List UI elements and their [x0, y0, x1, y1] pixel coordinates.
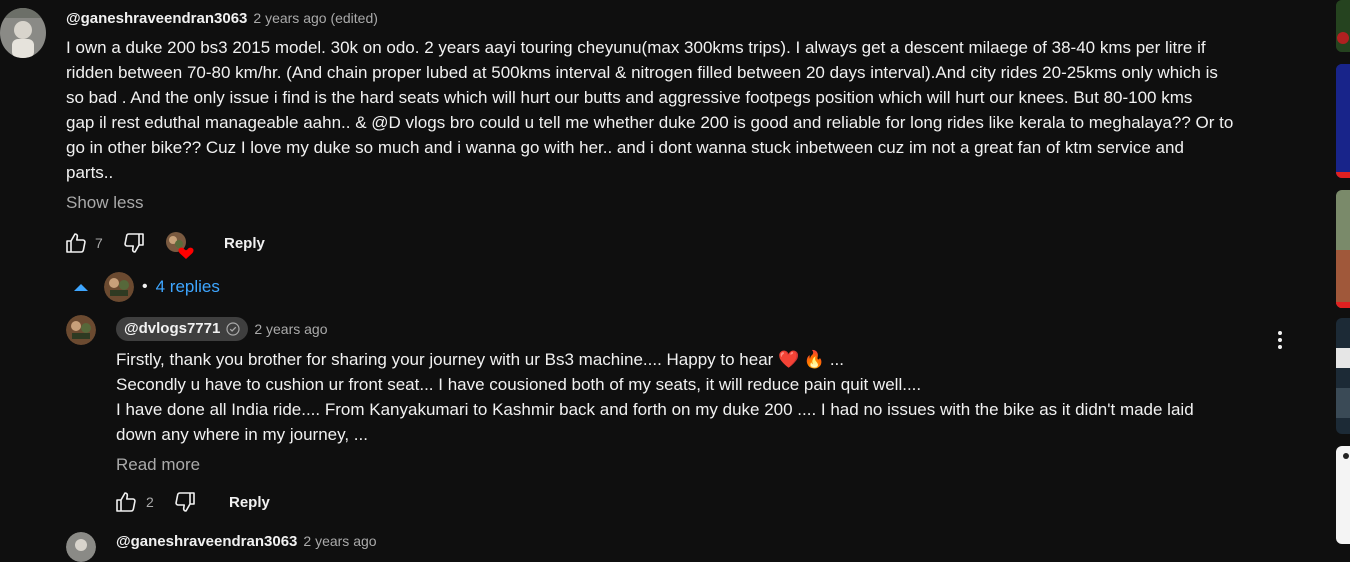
comment-line: go in other bike?? Cuz I love my duke so…	[66, 138, 1184, 157]
reply-timestamp[interactable]: 2 years ago	[254, 321, 327, 337]
replies-count: 4 replies	[155, 277, 220, 296]
sidebar-thumbnail[interactable]	[1336, 64, 1350, 178]
creator-heart-badge	[166, 232, 196, 265]
reply-reply-button[interactable]: Reply	[229, 494, 270, 511]
next-reply-timestamp[interactable]: 2 years ago	[303, 533, 376, 549]
reply-dislike-button[interactable]	[173, 490, 197, 519]
verified-icon	[226, 321, 240, 336]
comment-author-name[interactable]: @ganeshraveendran3063	[66, 10, 247, 27]
like-icon	[66, 233, 86, 253]
next-reply-author[interactable]: @ganeshraveendran3063	[116, 533, 297, 550]
reply-line: I have done all India ride.... From Kany…	[116, 400, 1194, 419]
comment-text: I own a duke 200 bs3 2015 model. 30k on …	[66, 35, 1286, 185]
read-more-button[interactable]: Read more	[116, 455, 200, 475]
more-actions-button[interactable]	[1268, 328, 1292, 357]
like-button[interactable]	[64, 231, 88, 260]
sidebar-thumbnail[interactable]	[1336, 446, 1350, 544]
comment-line: gap il rest eduthal manageable aahn.. & …	[66, 113, 1234, 132]
reply-author-chip[interactable]: @dvlogs7771	[116, 317, 249, 341]
like-count: 7	[95, 235, 103, 251]
caret-up-icon	[74, 284, 88, 291]
dislike-icon	[175, 492, 195, 512]
reply-header: @dvlogs7771 2 years ago	[116, 317, 328, 341]
comment-timestamp[interactable]: 2 years ago (edited)	[253, 10, 378, 26]
replier-avatar	[104, 272, 134, 302]
sidebar-thumbnail[interactable]	[1336, 190, 1350, 308]
comment-header: @ganeshraveendran3063 2 years ago (edite…	[66, 10, 378, 27]
sidebar-thumbnail[interactable]	[1336, 318, 1350, 434]
reply-like-button[interactable]	[114, 490, 138, 519]
reply-like-count: 2	[146, 494, 154, 510]
reply-author-avatar[interactable]	[66, 315, 96, 345]
reply-author-name: @dvlogs7771	[124, 320, 221, 337]
replies-dot: •	[142, 278, 148, 295]
next-reply-avatar[interactable]	[66, 532, 96, 562]
dislike-button[interactable]	[122, 231, 146, 260]
reply-text: Firstly, thank you brother for sharing y…	[116, 347, 1256, 447]
comment-line: I own a duke 200 bs3 2015 model. 30k on …	[66, 38, 1206, 57]
comment-line: ridden between 70-80 km/hr. (And chain p…	[66, 63, 1218, 82]
replies-toggle[interactable]: • 4 replies	[66, 272, 220, 302]
like-icon	[116, 492, 136, 512]
next-reply-header: @ganeshraveendran3063 2 years ago	[116, 533, 377, 550]
sidebar-thumbnail[interactable]	[1336, 0, 1350, 52]
dislike-icon	[124, 233, 144, 253]
more-vert-icon	[1278, 331, 1282, 349]
show-less-button[interactable]: Show less	[66, 193, 143, 213]
reply-line: Firstly, thank you brother for sharing y…	[116, 350, 844, 369]
reply-line: down any where in my journey, ...	[116, 425, 368, 444]
heart-icon	[178, 247, 194, 259]
comment-line: so bad . And the only issue i find is th…	[66, 88, 1193, 107]
comment-line: parts..	[66, 163, 114, 182]
reply-button[interactable]: Reply	[224, 235, 265, 252]
reply-line: Secondly u have to cushion ur front seat…	[116, 375, 922, 394]
comment-author-avatar[interactable]	[0, 8, 46, 58]
